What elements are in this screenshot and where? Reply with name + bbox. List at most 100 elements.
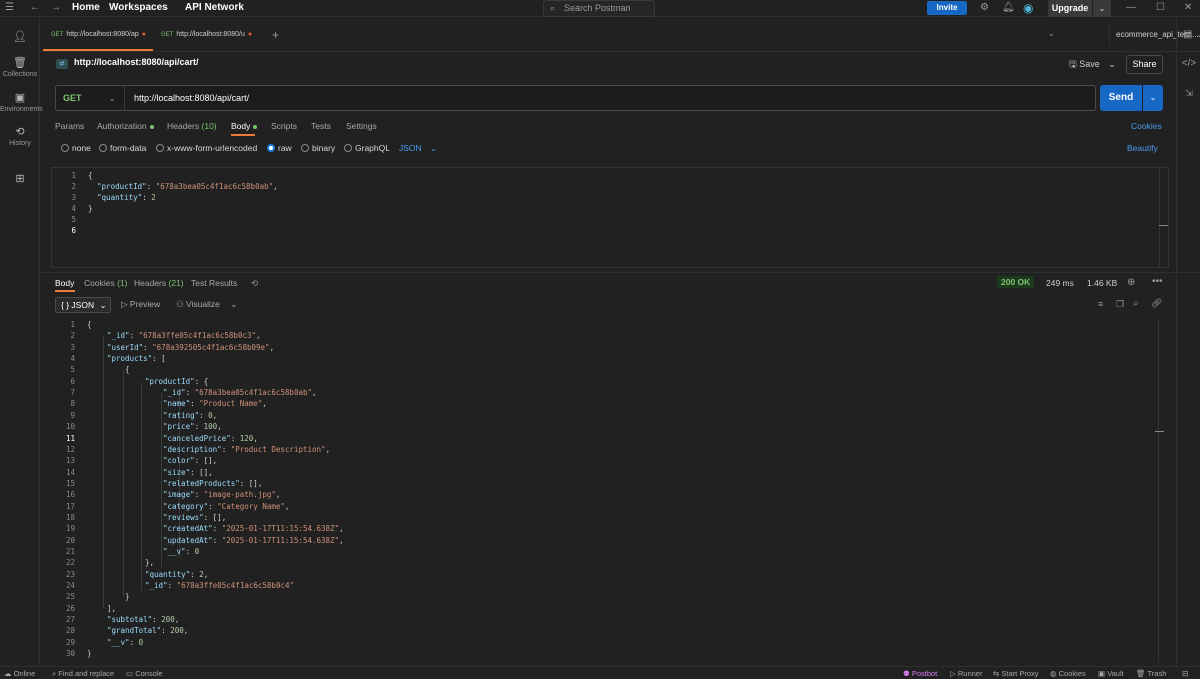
search-icon[interactable]: ⌕ [1133,298,1139,309]
tab-params[interactable]: Params [55,121,84,131]
visualize-button[interactable]: ⚇ Visualize ⌄ [176,299,237,310]
json-punctuation: : [208,501,218,511]
chevron-down-icon: ⌄ [430,143,438,153]
layout-icon[interactable]: ⊟ [1182,669,1188,678]
start-proxy-button[interactable]: ⇆ Start Proxy [993,669,1038,678]
send-button[interactable]: Send [1100,85,1142,111]
code-icon[interactable]: </> [1177,58,1200,69]
sidebar-item-user[interactable]: 👤︎ [0,30,40,45]
console-button[interactable]: ▭ Console [126,669,163,678]
vault-button[interactable]: ▣ Vault [1098,669,1124,678]
url-input[interactable]: http://localhost:8080/api/cart/ [134,86,249,110]
tab-scripts[interactable]: Scripts [271,121,297,131]
response-tab-test-results[interactable]: Test Results [191,278,237,288]
response-format-select[interactable]: { } JSON ⌄ [55,297,111,313]
bell-icon[interactable]: 🔔︎ [1002,2,1015,13]
tab-authorization[interactable]: Authorization [97,121,154,131]
json-punctuation: , [221,512,227,522]
save-button[interactable]: 🖫︎ Save ⌄ [1069,57,1116,73]
request-body-editor[interactable]: 1 2 3 4 5 6 { "productId": "678a3bea05c4… [51,167,1169,268]
upgrade-dropdown-button[interactable]: ⌄ [1093,0,1111,17]
chevron-down-icon[interactable]: ⌄ [163,3,170,12]
visualize-label: Visualize [186,299,220,309]
radio-urlencoded[interactable]: x-www-form-urlencoded [156,143,257,153]
tab-request-2[interactable]: GET http://localhost:8080/u ● [153,18,265,51]
tab-body[interactable]: Body [231,121,258,131]
menu-icon[interactable]: ☰ [5,2,14,13]
runner-button[interactable]: ▷ Runner [950,669,982,678]
search-input[interactable]: ⌕ Search Postman [543,0,655,17]
radio-raw[interactable]: raw [267,143,292,153]
cookies-button[interactable]: ◍ Cookies [1050,669,1086,678]
save-icon: 🖫︎ [1069,59,1077,69]
code-line: "price": 100, [163,422,222,431]
share-button[interactable]: Share [1126,55,1163,74]
close-icon[interactable]: ✕ [1184,2,1192,13]
nav-workspaces[interactable]: Workspaces [109,2,168,13]
tab-settings[interactable]: Settings [346,121,377,131]
online-status[interactable]: ☁ Online [4,669,35,678]
json-key: "reviews" [163,512,204,522]
code-line: "_id": "678a3bea05c4f1ac6c58b0ab", [163,388,317,397]
related-icon[interactable]: ⇲ [1177,88,1200,99]
response-tab-cookies[interactable]: Cookies (1) [84,278,127,288]
language-select[interactable]: JSON ⌄ [399,143,437,154]
invite-button[interactable]: Invite [927,1,967,15]
json-punctuation: , [212,410,218,420]
tab-headers[interactable]: Headers (10) [167,121,217,131]
method-select[interactable]: GET ⌄ [63,86,125,110]
more-options-icon[interactable]: ••• [1152,276,1163,287]
code-line: } [125,592,130,601]
radio-binary[interactable]: binary [301,143,335,153]
avatar[interactable]: ◉ [1023,1,1033,15]
tab-tests[interactable]: Tests [311,121,331,131]
back-arrow-icon[interactable]: ← [30,2,40,13]
line-number: 4 [70,354,75,364]
nav-api-network[interactable]: API Network [185,2,244,13]
postbot-button[interactable]: ⚉ Postbot [903,669,937,678]
cookies-link[interactable]: Cookies [1131,121,1162,131]
upgrade-button[interactable]: Upgrade [1048,0,1092,17]
globe-icon[interactable]: ⊕ [1127,277,1135,288]
sidebar-item-environments[interactable]: ▣ Environments [0,91,43,113]
status-label: Postbot [911,669,938,678]
radio-form-data[interactable]: form-data [99,143,146,153]
radio-graphql[interactable]: GraphQL [344,143,390,153]
right-rail: </> ⇲ [1176,18,1200,666]
trash-button[interactable]: 🗑︎ Trash [1136,669,1166,678]
tab-authorization-label: Authorization [97,121,147,131]
new-tab-plus-icon[interactable]: + [272,28,279,42]
sidebar-item-history[interactable]: ⟲ History [0,125,40,147]
response-tab-body[interactable]: Body [55,278,74,288]
collections-icon: 🗑︎ [13,57,27,69]
history-icon[interactable]: ⟲ [251,278,258,289]
link-icon[interactable]: 🔗︎ [1151,298,1162,309]
forward-arrow-icon[interactable]: → [51,2,61,13]
nav-home[interactable]: Home [72,2,100,13]
minimize-icon[interactable]: — [1126,2,1136,13]
response-tab-headers[interactable]: Headers (21) [134,278,184,288]
radio-none[interactable]: none [61,143,91,153]
maximize-icon[interactable]: ☐ [1156,2,1165,13]
radio-circle [267,144,275,152]
status-badge[interactable]: 200 OK [997,276,1035,288]
code-line: "description": "Product Description", [163,445,330,454]
tab-request-1[interactable]: GET http://localhost:8080/ap ● [43,18,153,51]
response-body-viewer[interactable]: 1 {2 "_id": "678a3ffe05c4f1ac6c58b0c3", 3 "u… [51,318,1169,663]
copy-icon[interactable]: ❐ [1116,299,1124,310]
send-dropdown-button[interactable]: ⌄ [1143,85,1163,111]
preview-button[interactable]: ▷ Preview [121,299,160,310]
response-time[interactable]: 249 ms [1046,278,1074,288]
send-label: Send [1108,92,1134,103]
sidebar-item-collections[interactable]: 🗑︎ Collections [0,56,40,78]
beautify-link[interactable]: Beautify [1127,143,1158,153]
chevron-down-icon[interactable]: ⌄ [1048,29,1055,38]
sidebar-item-apps[interactable]: ⊞ [0,172,40,187]
find-replace-button[interactable]: ⌕ Find and replace [52,669,114,679]
gear-icon[interactable]: ⚙ [980,2,989,13]
http-request-icon: ⇄ [56,59,68,69]
json-punctuation: , [212,456,218,466]
response-size[interactable]: 1.46 KB [1087,278,1117,288]
filter-icon[interactable]: ≡ [1098,299,1103,309]
code-line: "updatedAt": "2025-01-17T11:15:54.638Z", [163,536,344,545]
